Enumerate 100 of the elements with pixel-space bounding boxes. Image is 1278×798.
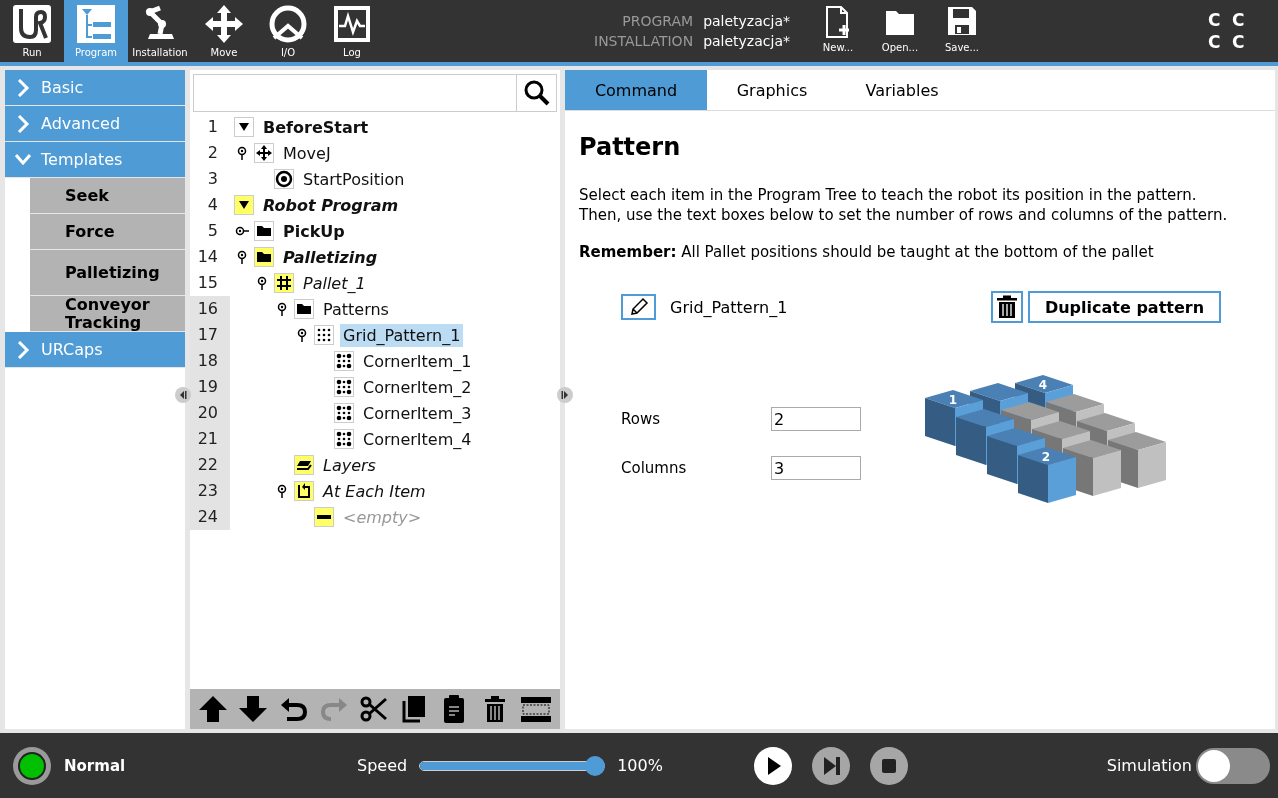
ring-arrows-icon: [268, 4, 308, 44]
sidebar-item[interactable]: Palletizing: [30, 250, 185, 296]
tree-node[interactable]: Grid_Pattern_1: [340, 323, 464, 347]
expand-pin-icon[interactable]: [295, 328, 309, 342]
panel-handle-icon[interactable]: [557, 387, 573, 403]
speed-slider[interactable]: [419, 755, 606, 776]
dashed-line-icon[interactable]: [519, 694, 552, 724]
tree-node[interactable]: StartPosition: [300, 167, 408, 191]
file-button[interactable]: Open...: [871, 2, 928, 60]
tree-node[interactable]: MoveJ: [280, 141, 334, 165]
play-button[interactable]: [752, 745, 793, 786]
pallet-pattern-drawing: 4 1 2: [923, 373, 1168, 508]
status-indicator: C: [1231, 10, 1246, 30]
field-label: Columns: [621, 459, 688, 477]
dot-grid-icon: [334, 351, 354, 371]
file-name: paletyzacja*: [703, 13, 790, 29]
line-chart-icon: [332, 4, 372, 44]
line-number: 4: [206, 194, 219, 216]
tree-node[interactable]: CornerItem_4: [360, 427, 475, 451]
line-number: 17: [190, 322, 230, 348]
tree-node[interactable]: Robot Program: [260, 193, 402, 217]
tree-node[interactable]: CornerItem_3: [360, 401, 475, 425]
duplicate-button[interactable]: Duplicate pattern: [1028, 291, 1221, 323]
delete-button[interactable]: [991, 291, 1023, 323]
line-number: 20: [190, 400, 230, 426]
search-field[interactable]: [193, 74, 517, 112]
instruction-text: Then, use the text boxes below to set the number of rows and columns of the pattern.: [579, 205, 1229, 225]
file-label: PROGRAM: [621, 13, 694, 29]
dot-grid-icon: [334, 403, 354, 423]
field-label: Rows: [621, 410, 661, 428]
collapse-pin-icon[interactable]: [235, 224, 249, 238]
expand-pin-icon[interactable]: [255, 276, 269, 290]
number-field[interactable]: 3: [771, 456, 861, 480]
sidebar-item[interactable]: Force: [30, 214, 185, 250]
line-number: 14: [196, 246, 219, 268]
step-button[interactable]: [810, 745, 851, 786]
move-arrows-icon: [204, 4, 244, 44]
simulation-label: Simulation: [1106, 756, 1192, 775]
chevron-right-icon: [15, 114, 31, 133]
search-button[interactable]: [517, 74, 557, 112]
nav-tab[interactable]: Log: [320, 0, 384, 62]
line-number: 19: [190, 374, 230, 400]
number-field[interactable]: 2: [771, 407, 861, 431]
status-indicator: C: [1207, 32, 1222, 52]
file-name: paletyzacja*: [703, 33, 790, 49]
expand-pin-icon[interactable]: [235, 146, 249, 160]
tree-node[interactable]: BeforeStart: [260, 115, 372, 139]
tree-node[interactable]: Patterns: [320, 297, 392, 321]
expand-pin-icon[interactable]: [235, 250, 249, 264]
simulation-toggle[interactable]: [1196, 747, 1270, 784]
tree-node[interactable]: Pallet_1: [300, 271, 369, 295]
line-number: 3: [206, 168, 219, 190]
expand-pin-icon[interactable]: [275, 302, 289, 316]
line-number: 15: [196, 272, 219, 294]
status-indicator: C: [1207, 10, 1222, 30]
nav-tab[interactable]: Run: [0, 0, 64, 62]
sidebar-item[interactable]: Seek: [30, 178, 185, 214]
tree-node[interactable]: Palletizing: [280, 245, 381, 269]
instruction-text: Select each item in the Program Tree to teach the robot its position in the pattern.: [579, 185, 1198, 205]
chevron-right-icon: [15, 78, 31, 97]
line-number: 1: [206, 116, 219, 138]
speed-label: Speed: [357, 756, 408, 775]
expand-pin-icon[interactable]: [275, 484, 289, 498]
edit-button[interactable]: [621, 294, 656, 320]
nav-tab[interactable]: Move: [192, 0, 256, 62]
move-arrows-icon: [254, 143, 274, 163]
sidebar-item[interactable]: Conveyor Tracking: [30, 296, 185, 332]
tab[interactable]: Command: [565, 70, 707, 110]
nav-tab[interactable]: I/O: [256, 0, 320, 62]
speed-value: 100%: [617, 756, 663, 775]
status-text: Normal: [64, 756, 126, 775]
logo-icon: [12, 4, 52, 44]
status-indicator: C: [1231, 32, 1246, 52]
folder-icon: [254, 221, 274, 241]
dot-grid-icon: [334, 377, 354, 397]
dot-grid-icon: [334, 429, 354, 449]
line-number: 5: [206, 220, 219, 242]
file-button[interactable]: Save...: [933, 2, 990, 60]
file-button[interactable]: New...: [809, 2, 866, 60]
tree-node[interactable]: At Each Item: [320, 479, 429, 503]
tree-node[interactable]: CornerItem_1: [360, 349, 475, 373]
line-number: 21: [190, 426, 230, 452]
line-number: 18: [190, 348, 230, 374]
tree-node[interactable]: PickUp: [280, 219, 348, 243]
waypoint-icon: [274, 169, 294, 189]
line-number: 24: [190, 504, 230, 530]
dot-grid-icon: [314, 325, 334, 345]
stop-button[interactable]: [868, 745, 909, 786]
note-text: Remember: All Pallet positions should be taught at the bottom of the pallet: [579, 243, 1155, 261]
line-number: 16: [190, 296, 230, 322]
line-number: 23: [190, 478, 230, 504]
nav-tab[interactable]: Installation: [128, 0, 192, 62]
tree-node[interactable]: Layers: [320, 453, 379, 477]
page-title: Pattern: [579, 133, 682, 161]
status-light-icon: [12, 745, 52, 786]
folder-icon: [294, 299, 314, 319]
pattern-name: Grid_Pattern_1: [670, 297, 788, 317]
tree-node[interactable]: CornerItem_2: [360, 375, 475, 399]
triangle-down-icon: [234, 117, 254, 137]
panel-handle-icon[interactable]: [175, 387, 191, 403]
